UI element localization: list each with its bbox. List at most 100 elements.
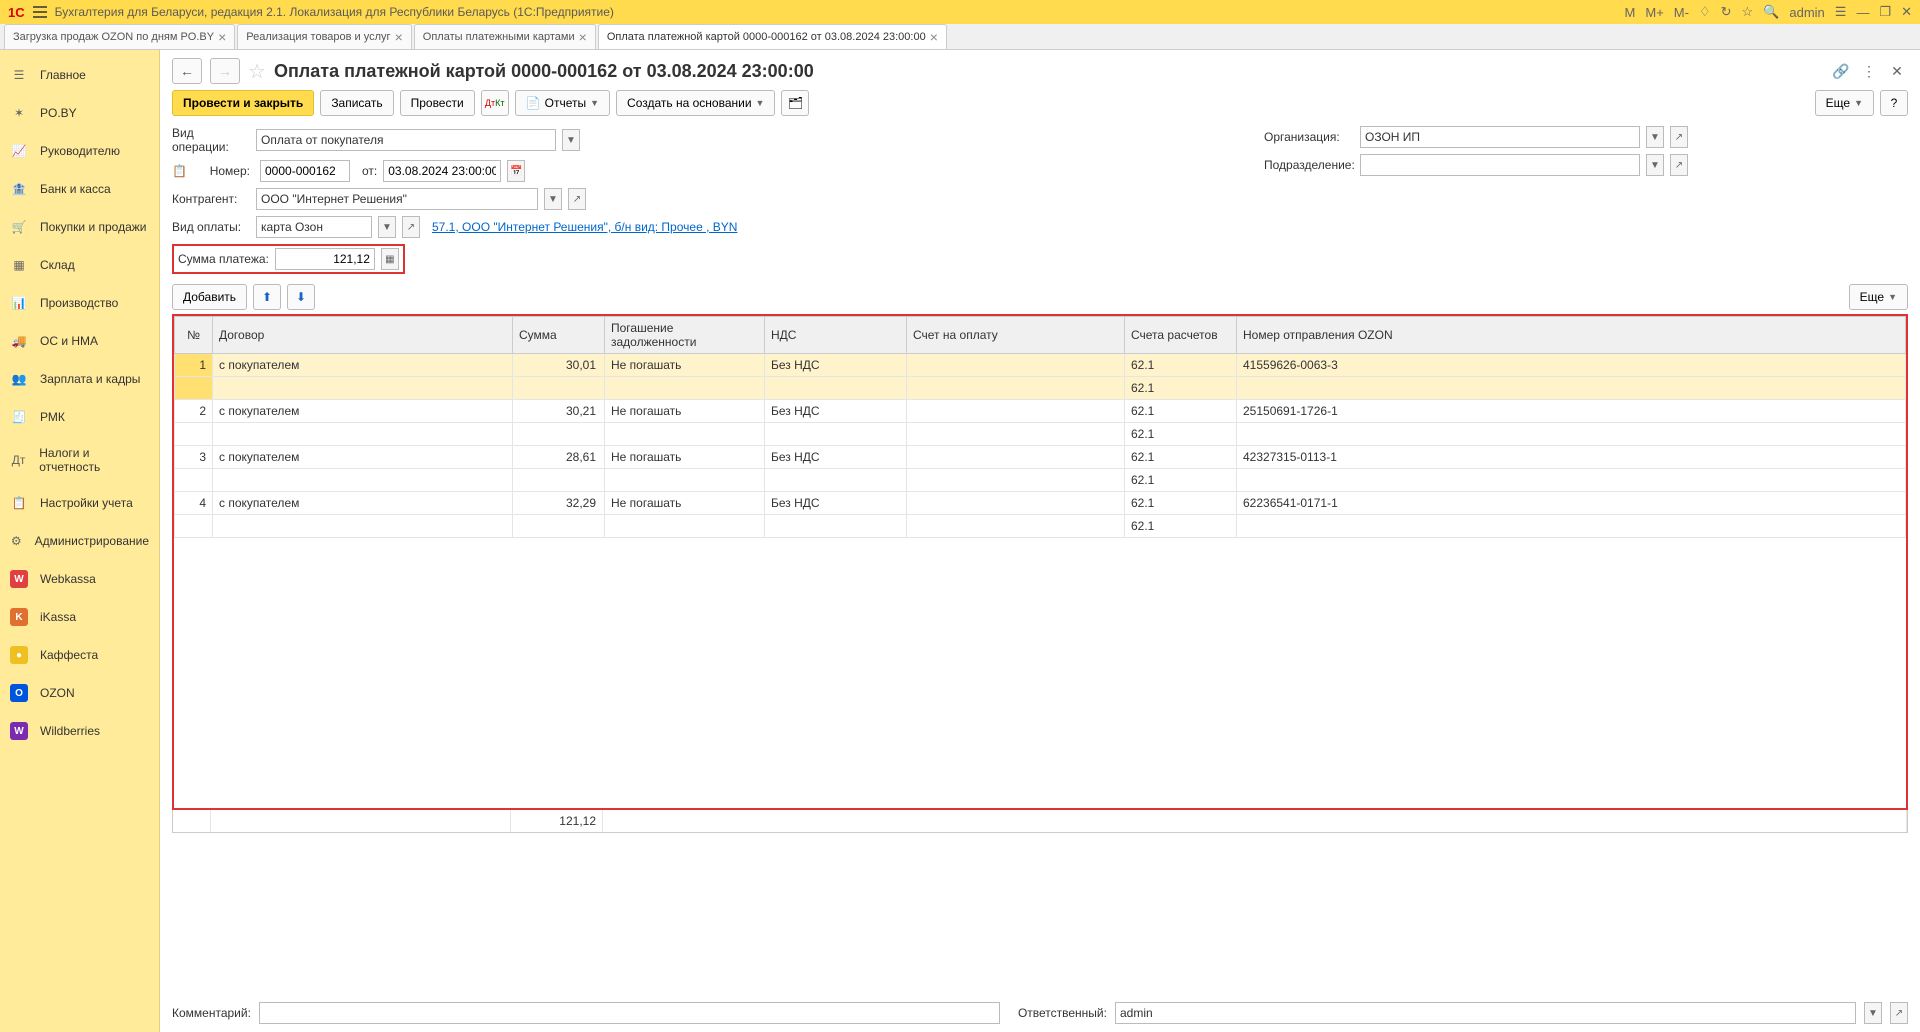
- date-input[interactable]: [383, 160, 501, 182]
- operation-select[interactable]: Оплата от покупателя: [256, 129, 556, 151]
- organization-open-icon[interactable]: ↗: [1670, 126, 1688, 148]
- operation-dropdown-icon[interactable]: ▼: [562, 129, 580, 151]
- counterparty-dropdown-icon[interactable]: ▼: [544, 188, 562, 210]
- nav-forward-button[interactable]: →: [210, 58, 240, 84]
- history-icon[interactable]: ↻: [1721, 4, 1732, 20]
- post-button[interactable]: Провести: [400, 90, 475, 116]
- mminus-button[interactable]: M-: [1674, 5, 1689, 20]
- payment-type-dropdown-icon[interactable]: ▼: [378, 216, 396, 238]
- tab-0[interactable]: Загрузка продаж OZON по дням PO.BY×: [4, 24, 235, 49]
- nav-back-button[interactable]: ←: [172, 58, 202, 84]
- move-up-button[interactable]: ⬆: [253, 284, 281, 310]
- write-button[interactable]: Записать: [320, 90, 393, 116]
- calculator-icon[interactable]: ▦: [381, 248, 399, 270]
- counterparty-open-icon[interactable]: ↗: [568, 188, 586, 210]
- sidebar-item-9[interactable]: 🧾РМК: [0, 398, 159, 436]
- sidebar-item-0[interactable]: ☰Главное: [0, 56, 159, 94]
- move-down-button[interactable]: ⬇: [287, 284, 315, 310]
- sidebar-item-11[interactable]: 📋Настройки учета: [0, 484, 159, 522]
- bell-icon[interactable]: ♢: [1699, 4, 1711, 20]
- people-icon: 👥: [10, 370, 28, 388]
- sidebar-item-2[interactable]: 📈Руководителю: [0, 132, 159, 170]
- column-header[interactable]: №: [175, 317, 213, 354]
- close-icon[interactable]: ×: [395, 30, 403, 44]
- sidebar-item-14[interactable]: KiKassa: [0, 598, 159, 636]
- create-based-on-button[interactable]: Создать на основании▼: [616, 90, 775, 116]
- department-open-icon[interactable]: ↗: [1670, 154, 1688, 176]
- settings-icon[interactable]: ☰: [1835, 4, 1847, 20]
- dt-kt-button[interactable]: ДтКт: [481, 90, 509, 116]
- table-row[interactable]: 4с покупателем32,29Не погашатьБез НДС62.…: [175, 492, 1906, 515]
- sidebar-item-12[interactable]: ⚙Администрирование: [0, 522, 159, 560]
- payment-type-select[interactable]: карта Озон: [256, 216, 372, 238]
- payment-sum-input[interactable]: [275, 248, 375, 270]
- sidebar-item-8[interactable]: 👥Зарплата и кадры: [0, 360, 159, 398]
- responsible-select[interactable]: admin: [1115, 1002, 1856, 1024]
- user-label[interactable]: admin: [1789, 5, 1824, 20]
- table-row-sub[interactable]: 62.1: [175, 423, 1906, 446]
- reports-button[interactable]: 📄Отчеты▼: [515, 90, 610, 116]
- column-header[interactable]: Номер отправления OZON: [1237, 317, 1906, 354]
- sidebar-item-4[interactable]: 🛒Покупки и продажи: [0, 208, 159, 246]
- table-row[interactable]: 1с покупателем30,01Не погашатьБез НДС62.…: [175, 354, 1906, 377]
- column-header[interactable]: Счет на оплату: [907, 317, 1125, 354]
- tab-3[interactable]: Оплата платежной картой 0000-000162 от 0…: [598, 24, 947, 49]
- tab-2[interactable]: Оплаты платежными картами×: [414, 24, 596, 49]
- search-icon[interactable]: 🔍: [1763, 4, 1779, 20]
- sidebar-item-15[interactable]: ●Каффеста: [0, 636, 159, 674]
- close-document-icon[interactable]: ✕: [1886, 60, 1908, 82]
- sidebar-item-5[interactable]: ▦Склад: [0, 246, 159, 284]
- sidebar-item-13[interactable]: WWebkassa: [0, 560, 159, 598]
- tab-1[interactable]: Реализация товаров и услуг×: [237, 24, 411, 49]
- table-row-sub[interactable]: 62.1: [175, 469, 1906, 492]
- help-button[interactable]: ?: [1880, 90, 1908, 116]
- sidebar-item-10[interactable]: ДтНалоги и отчетность: [0, 436, 159, 484]
- organization-dropdown-icon[interactable]: ▼: [1646, 126, 1664, 148]
- more-button[interactable]: Еще▼: [1815, 90, 1874, 116]
- payment-sum-label: Сумма платежа:: [178, 252, 269, 266]
- mplus-button[interactable]: M+: [1645, 5, 1663, 20]
- link-icon[interactable]: 🔗: [1830, 60, 1852, 82]
- sidebar-item-3[interactable]: 🏦Банк и касса: [0, 170, 159, 208]
- favorite-icon[interactable]: ☆: [1742, 4, 1754, 20]
- menu-icon[interactable]: [33, 6, 47, 18]
- responsible-dropdown-icon[interactable]: ▼: [1864, 1002, 1882, 1024]
- column-header[interactable]: Погашение задолженности: [605, 317, 765, 354]
- close-icon[interactable]: ×: [930, 30, 938, 44]
- column-header[interactable]: Счета расчетов: [1125, 317, 1237, 354]
- sidebar-item-16[interactable]: OOZON: [0, 674, 159, 712]
- table-row-sub[interactable]: 62.1: [175, 377, 1906, 400]
- payment-type-open-icon[interactable]: ↗: [402, 216, 420, 238]
- m-button[interactable]: M: [1625, 5, 1636, 20]
- sidebar-item-6[interactable]: 📊Производство: [0, 284, 159, 322]
- table-row[interactable]: 3с покупателем28,61Не погашатьБез НДС62.…: [175, 446, 1906, 469]
- restore-icon[interactable]: ❐: [1879, 4, 1891, 20]
- sidebar-item-1[interactable]: ✶PO.BY: [0, 94, 159, 132]
- organization-select[interactable]: ОЗОН ИП: [1360, 126, 1640, 148]
- structure-button[interactable]: 🗂: [781, 90, 809, 116]
- column-header[interactable]: Договор: [213, 317, 513, 354]
- department-select[interactable]: [1360, 154, 1640, 176]
- close-icon[interactable]: ×: [218, 30, 226, 44]
- payment-settlement-link[interactable]: 57.1, ООО "Интернет Решения", б/н вид: П…: [432, 220, 737, 234]
- table-row[interactable]: 2с покупателем30,21Не погашатьБез НДС62.…: [175, 400, 1906, 423]
- sidebar-item-17[interactable]: WWildberries: [0, 712, 159, 750]
- table-row-sub[interactable]: 62.1: [175, 515, 1906, 538]
- more-icon[interactable]: ⋮: [1858, 60, 1880, 82]
- close-icon[interactable]: ×: [579, 30, 587, 44]
- minimize-icon[interactable]: —: [1856, 5, 1869, 20]
- responsible-open-icon[interactable]: ↗: [1890, 1002, 1908, 1024]
- column-header[interactable]: НДС: [765, 317, 907, 354]
- add-row-button[interactable]: Добавить: [172, 284, 247, 310]
- comment-input[interactable]: [259, 1002, 1000, 1024]
- close-window-icon[interactable]: ✕: [1901, 4, 1912, 20]
- column-header[interactable]: Сумма: [513, 317, 605, 354]
- table-more-button[interactable]: Еще▼: [1849, 284, 1908, 310]
- number-input[interactable]: [260, 160, 350, 182]
- post-and-close-button[interactable]: Провести и закрыть: [172, 90, 314, 116]
- favorite-star-icon[interactable]: ☆: [248, 59, 266, 84]
- calendar-icon[interactable]: 📅: [507, 160, 525, 182]
- counterparty-select[interactable]: ООО "Интернет Решения": [256, 188, 538, 210]
- department-dropdown-icon[interactable]: ▼: [1646, 154, 1664, 176]
- sidebar-item-7[interactable]: 🚚ОС и НМА: [0, 322, 159, 360]
